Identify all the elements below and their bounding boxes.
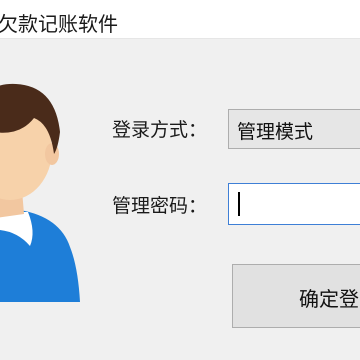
password-label: 管理密码： — [112, 195, 208, 217]
login-mode-label: 登录方式： — [112, 119, 208, 141]
password-input[interactable] — [228, 183, 360, 225]
user-avatar-icon — [0, 83, 80, 302]
login-mode-select[interactable]: 管理模式 — [228, 109, 360, 149]
text-caret — [238, 192, 240, 216]
title-bar: 欠款记账软件 — [0, 0, 360, 39]
window-title: 欠款记账软件 — [0, 12, 118, 36]
confirm-login-label: 确定登 — [299, 287, 359, 311]
login-mode-value: 管理模式 — [237, 121, 314, 143]
confirm-login-button[interactable]: 确定登 — [232, 264, 360, 328]
